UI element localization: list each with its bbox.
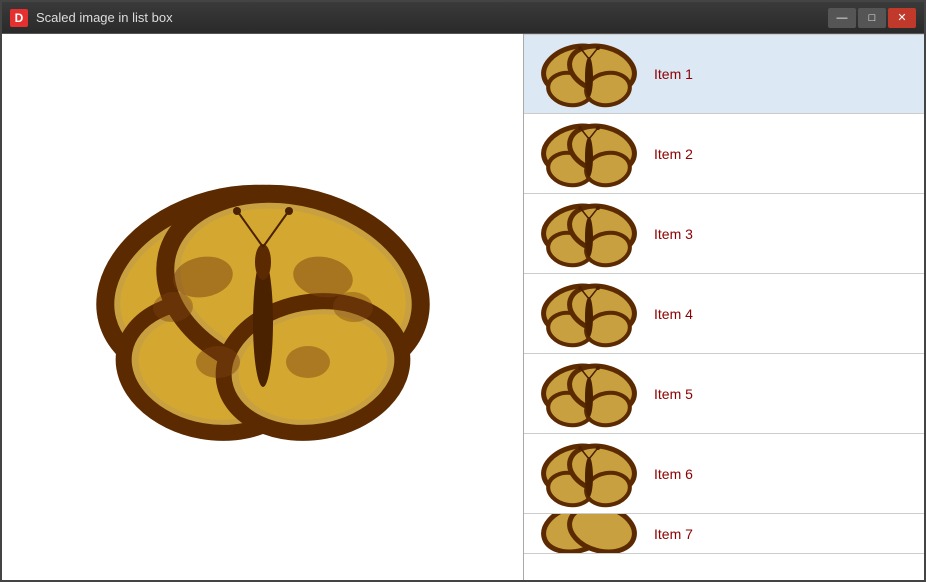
item-label: Item 4: [654, 306, 693, 322]
list-box[interactable]: Item 1: [524, 34, 924, 580]
butterfly-svg-thumb: [534, 119, 644, 189]
window-content: Item 1: [2, 34, 924, 580]
butterfly-svg-thumb: [534, 199, 644, 269]
list-panel: Item 1: [524, 34, 924, 580]
list-item[interactable]: Item 7: [524, 514, 924, 554]
window-title: Scaled image in list box: [36, 10, 828, 25]
title-bar: D Scaled image in list box — □ ✕: [2, 2, 924, 34]
item-label: Item 3: [654, 226, 693, 242]
list-item[interactable]: Item 2: [524, 114, 924, 194]
item-label: Item 6: [654, 466, 693, 482]
list-item[interactable]: Item 5: [524, 354, 924, 434]
list-item[interactable]: Item 4: [524, 274, 924, 354]
list-item[interactable]: Item 1: [524, 34, 924, 114]
item-label: Item 5: [654, 386, 693, 402]
app-icon: D: [10, 9, 28, 27]
large-butterfly-image: [63, 167, 463, 447]
butterfly-svg-thumb: [534, 359, 644, 429]
item-thumbnail: [534, 119, 644, 189]
butterfly-svg-thumb: [534, 39, 644, 109]
list-item[interactable]: Item 6: [524, 434, 924, 514]
butterfly-svg-thumb: [534, 439, 644, 509]
item-label: Item 2: [654, 146, 693, 162]
item-thumbnail: [534, 439, 644, 509]
close-button[interactable]: ✕: [888, 8, 916, 28]
main-image-panel: [2, 34, 524, 580]
item-thumbnail: [534, 514, 644, 554]
item-thumbnail: [534, 279, 644, 349]
window-controls: — □ ✕: [828, 8, 916, 28]
item-label: Item 1: [654, 66, 693, 82]
butterfly-svg-thumb: [534, 279, 644, 349]
list-item[interactable]: Item 3: [524, 194, 924, 274]
minimize-button[interactable]: —: [828, 8, 856, 28]
item-label: Item 7: [654, 526, 693, 542]
app-window: D Scaled image in list box — □ ✕: [0, 0, 926, 582]
item-thumbnail: [534, 359, 644, 429]
item-thumbnail: [534, 39, 644, 109]
item-thumbnail: [534, 199, 644, 269]
maximize-button[interactable]: □: [858, 8, 886, 28]
butterfly-svg-thumb: [534, 514, 644, 554]
butterfly-svg-large: [63, 167, 463, 447]
